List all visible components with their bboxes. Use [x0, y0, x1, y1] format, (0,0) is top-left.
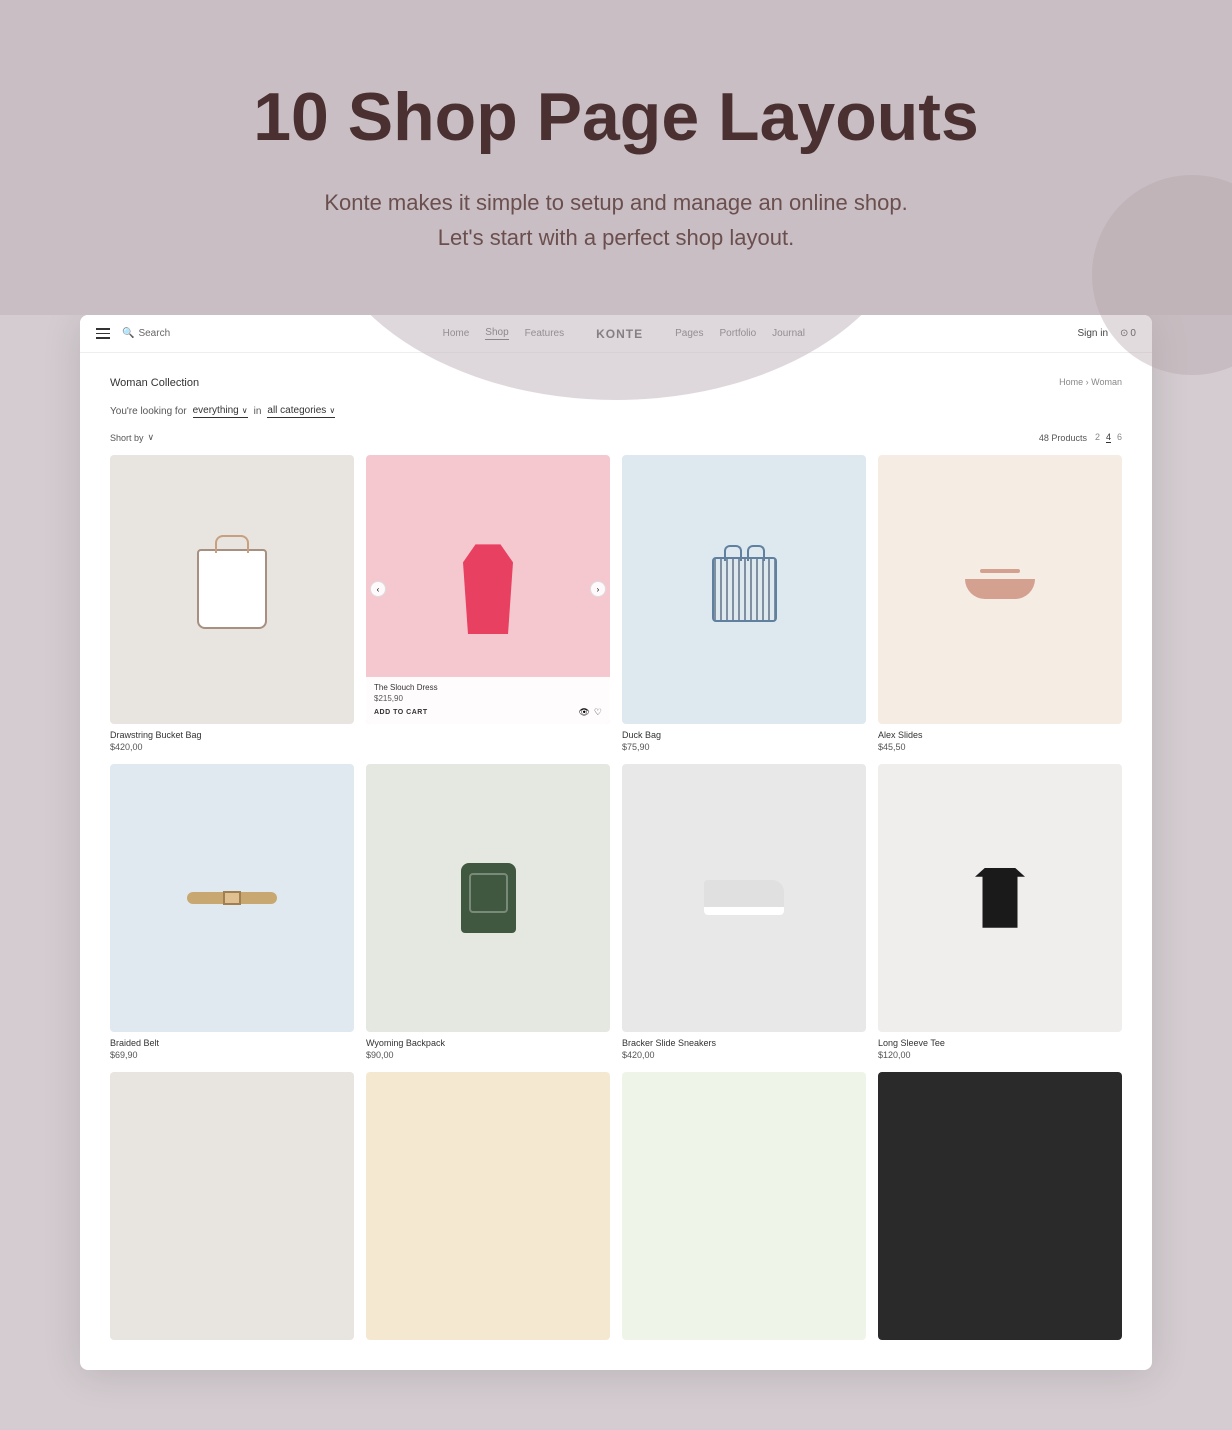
- overlay-product-name: The Slouch Dress: [374, 683, 602, 692]
- breadcrumb-current: Woman: [1091, 377, 1122, 387]
- page-title: Woman Collection: [110, 377, 199, 389]
- sign-in-link[interactable]: Sign in: [1077, 328, 1108, 339]
- wishlist-icon[interactable]: ♡: [594, 707, 602, 718]
- filter-prefix: You're looking for: [110, 406, 187, 417]
- sort-bar: Short by ∨ 48 Products 2 4 6: [110, 432, 1122, 443]
- product-image: [878, 1072, 1122, 1340]
- products-count: 48 Products: [1039, 433, 1087, 443]
- overlay-icons: 👁 ♡: [578, 707, 602, 718]
- sort-right: 48 Products 2 4 6: [1039, 432, 1122, 443]
- filter-category: all categories: [267, 405, 326, 416]
- filter-in: in: [254, 406, 262, 417]
- search-label: Search: [138, 328, 170, 339]
- shop-content: Woman Collection Home › Woman You're loo…: [80, 353, 1152, 1370]
- hero-subtitle: Konte makes it simple to setup and manag…: [20, 185, 1212, 255]
- chevron-down-icon: ∨: [242, 406, 248, 415]
- tee-illustration: [975, 868, 1025, 928]
- product-image: [110, 764, 354, 1032]
- page-title-area: Woman Collection: [110, 377, 199, 389]
- product-card[interactable]: Duck Bag $75,90: [622, 455, 866, 751]
- product-card[interactable]: Long Sleeve Tee $120,00: [878, 764, 1122, 1060]
- overlay-product-price: $215,90: [374, 694, 602, 703]
- filter-keyword: everything: [193, 405, 239, 416]
- product-price: $420,00: [110, 742, 354, 752]
- product-name: Drawstring Bucket Bag: [110, 730, 354, 740]
- product-image: [622, 455, 866, 723]
- product-card[interactable]: [110, 1072, 354, 1346]
- product-card[interactable]: Bracker Slide Sneakers $420,00: [622, 764, 866, 1060]
- product-card[interactable]: ‹ › The Slouch Dress $215,90 ADD TO CART…: [366, 455, 610, 751]
- product-overlay: The Slouch Dress $215,90 ADD TO CART 👁 ♡: [366, 677, 610, 724]
- grid-opt-4[interactable]: 4: [1106, 432, 1111, 443]
- product-name: Alex Slides: [878, 730, 1122, 740]
- filter-category-dropdown[interactable]: all categories ∨: [267, 405, 335, 418]
- product-price: $420,00: [622, 1050, 866, 1060]
- product-image: [878, 764, 1122, 1032]
- sneaker-illustration: [704, 880, 784, 915]
- grid-opt-6[interactable]: 6: [1117, 432, 1122, 443]
- product-image: [622, 1072, 866, 1340]
- product-name: Duck Bag: [622, 730, 866, 740]
- sort-chevron-icon: ∨: [148, 432, 155, 443]
- overlay-actions: ADD TO CART 👁 ♡: [374, 707, 602, 718]
- product-card[interactable]: Braided Belt $69,90: [110, 764, 354, 1060]
- product-image: [622, 764, 866, 1032]
- product-name: Long Sleeve Tee: [878, 1038, 1122, 1048]
- backpack-illustration: [461, 863, 516, 933]
- product-price: $69,90: [110, 1050, 354, 1060]
- tote-illustration: [712, 557, 777, 622]
- product-card[interactable]: [366, 1072, 610, 1346]
- product-name: Wyoming Backpack: [366, 1038, 610, 1048]
- product-image: [878, 455, 1122, 723]
- search-bar[interactable]: 🔍 Search: [122, 328, 170, 339]
- product-card[interactable]: Alex Slides $45,50: [878, 455, 1122, 751]
- dress-illustration: [463, 544, 513, 634]
- breadcrumb: Home › Woman: [1059, 377, 1122, 387]
- filter-bar: You're looking for everything ∨ in all c…: [110, 405, 1122, 418]
- product-name: Bracker Slide Sneakers: [622, 1038, 866, 1048]
- belt-illustration: [187, 892, 277, 904]
- carousel-prev-button[interactable]: ‹: [370, 581, 386, 597]
- product-image: [110, 455, 354, 723]
- product-card[interactable]: Drawstring Bucket Bag $420,00: [110, 455, 354, 751]
- product-price: $45,50: [878, 742, 1122, 752]
- filter-keyword-dropdown[interactable]: everything ∨: [193, 405, 248, 418]
- product-image: [366, 764, 610, 1032]
- sort-label: Short by: [110, 433, 144, 443]
- product-name: Braided Belt: [110, 1038, 354, 1048]
- product-grid: Drawstring Bucket Bag $420,00 ‹ › The Sl…: [110, 455, 1122, 1346]
- breadcrumb-home[interactable]: Home: [1059, 377, 1083, 387]
- sandal-illustration: [965, 579, 1035, 599]
- grid-options: 2 4 6: [1095, 432, 1122, 443]
- sort-left: Short by ∨: [110, 432, 154, 443]
- grid-opt-2[interactable]: 2: [1095, 432, 1100, 443]
- hamburger-menu[interactable]: [96, 328, 110, 339]
- browser-window: 🔍 Search Home Shop Features KONTE Pages …: [80, 315, 1152, 1370]
- product-price: $75,90: [622, 742, 866, 752]
- add-to-cart-button[interactable]: ADD TO CART: [374, 709, 428, 716]
- browser-wrapper: 🔍 Search Home Shop Features KONTE Pages …: [0, 315, 1232, 1430]
- product-image: [110, 1072, 354, 1340]
- product-card[interactable]: Wyoming Backpack $90,00: [366, 764, 610, 1060]
- product-card[interactable]: [622, 1072, 866, 1346]
- product-card[interactable]: [878, 1072, 1122, 1346]
- product-image: [366, 1072, 610, 1340]
- search-icon: 🔍: [122, 328, 134, 339]
- product-price: $90,00: [366, 1050, 610, 1060]
- carousel-next-button[interactable]: ›: [590, 581, 606, 597]
- quick-view-icon[interactable]: 👁: [578, 707, 589, 718]
- hero-title: 10 Shop Page Layouts: [20, 80, 1212, 155]
- product-image: ‹ › The Slouch Dress $215,90 ADD TO CART…: [366, 455, 610, 723]
- bag-illustration: [197, 549, 267, 629]
- product-price: $120,00: [878, 1050, 1122, 1060]
- chevron-down-icon-2: ∨: [329, 406, 335, 415]
- hero-section: 10 Shop Page Layouts Konte makes it simp…: [0, 0, 1232, 315]
